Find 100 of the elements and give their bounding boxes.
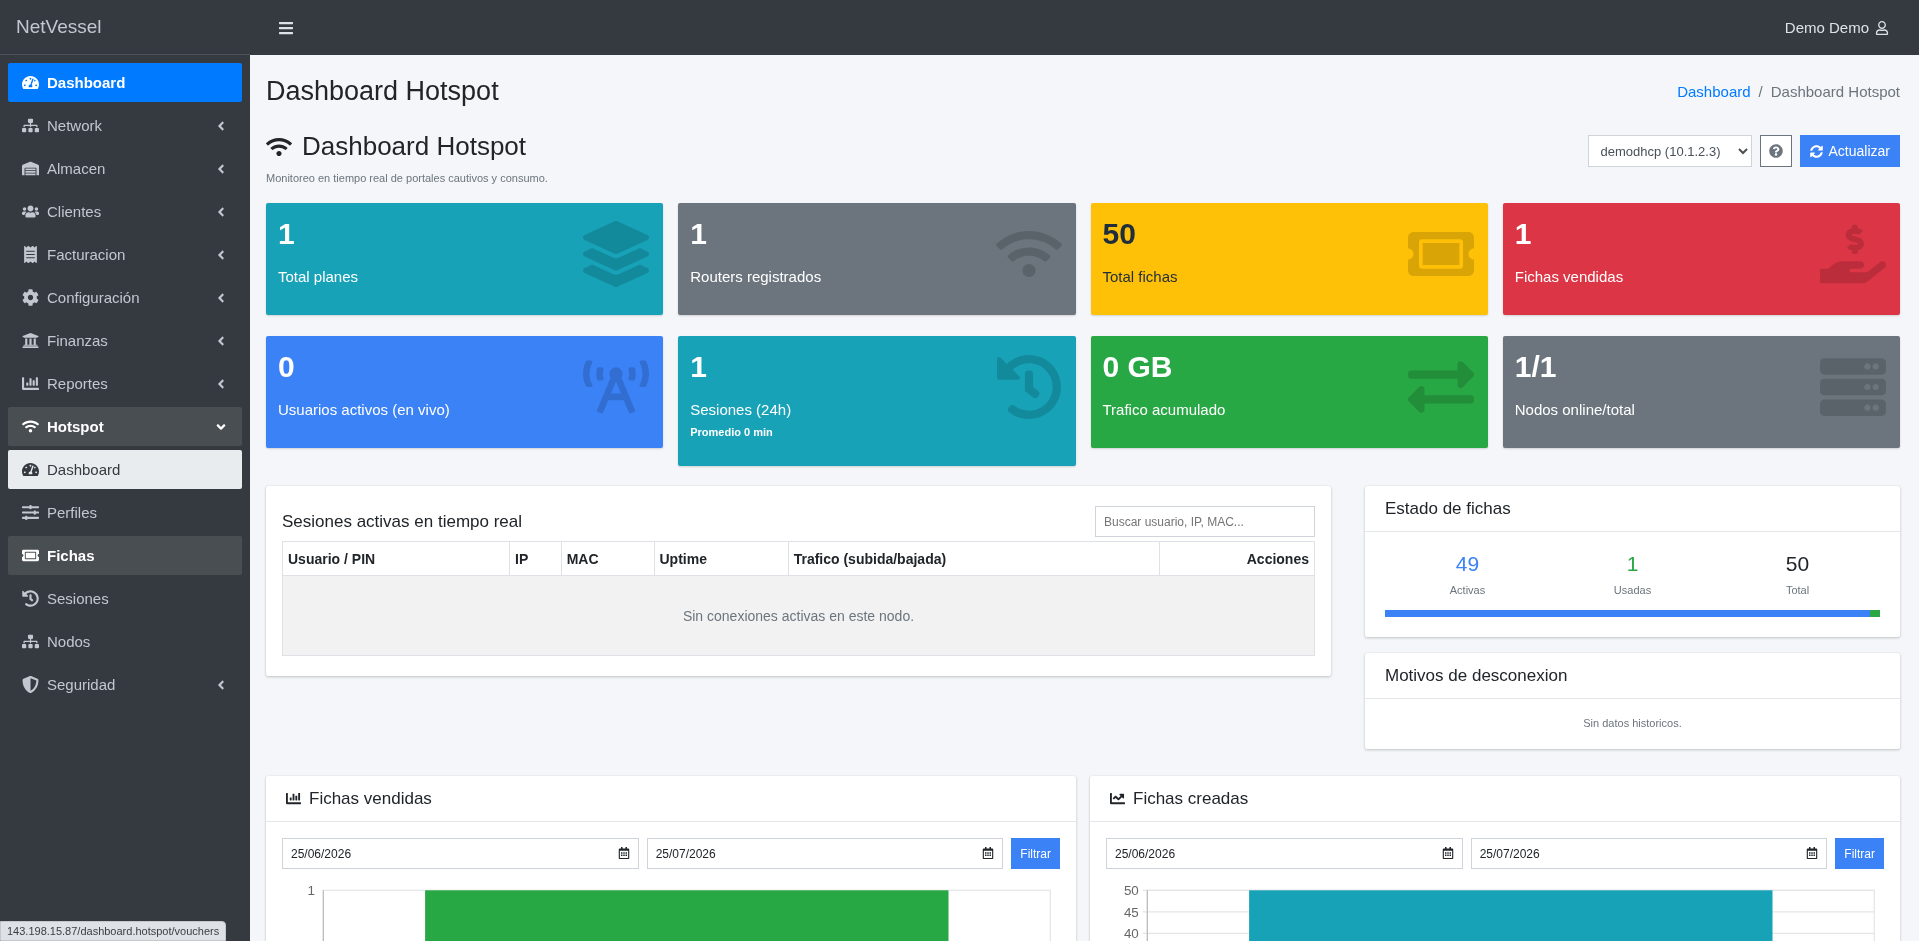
sidebar-item[interactable]: Almacen [8,149,242,188]
network-icon [22,633,39,650]
axis-tick-label: 1 [307,883,315,899]
stat-value: 1 [690,350,708,383]
section-title: Dashboard Hotspot [302,131,527,162]
stat-label: Nodos online/total [1514,401,1636,418]
empty-message: Sin datos historicos. [1583,717,1682,729]
bar-chart-icon [22,375,39,392]
y-axis [322,889,324,941]
axis-tick-label: 40 [1123,926,1139,941]
stat-label: Total planes [278,268,360,285]
stat-number: 49 [1455,552,1480,576]
history-icon [22,590,39,607]
sidebar-item[interactable]: Seguridad [8,665,242,704]
filter-button[interactable]: Filtrar [1835,838,1884,869]
stat-label: Total fichas [1102,268,1179,285]
sidebar-subitem[interactable]: Fichas [8,536,242,575]
warehouse-icon [22,160,39,177]
bank-icon [22,332,39,349]
stat-note: Promedio 0 min [690,426,774,438]
date-field[interactable]: 25/06/2026 [1106,838,1463,869]
stat-label: Usuarios activos (en vivo) [278,401,451,418]
calendar-icon[interactable] [982,847,995,859]
stat-label: Sesiones (24h) [690,401,793,418]
bar-chart-icon [286,791,301,806]
calendar-icon[interactable] [617,847,630,859]
wifi-icon [22,418,39,435]
stat-value: 1 [1514,217,1533,250]
stat-caption: Activas [1449,584,1486,596]
sidebar-item[interactable]: Network [8,106,242,145]
sidebar-subitem[interactable]: Sesiones [8,579,242,618]
date-field[interactable]: 25/06/2026 [282,838,639,869]
column-header: Acciones [1159,541,1315,576]
users-icon [22,203,39,220]
sidebar-item[interactable]: Clientes [8,192,242,231]
card-title: Motivos de desconexion [1385,665,1568,686]
stat-label: Trafico acumulado [1102,401,1227,418]
filter-button[interactable]: Filtrar [1011,838,1060,869]
sliders-icon [22,504,39,521]
sidebar-item[interactable]: Configuración [8,278,242,317]
card-title: Fichas vendidas [309,788,432,809]
search-field[interactable]: Buscar usuario, IP, MAC... [1095,506,1315,537]
user-icon [1875,20,1889,35]
breadcrumb-separator: / [1758,82,1763,100]
column-header: Trafico (subida/bajada) [788,541,1160,576]
sidebar-subitem[interactable]: Dashboard [8,450,242,489]
sidebar-item[interactable]: Hotspot [8,407,242,446]
help-button[interactable] [1759,135,1792,167]
stat-value: 1 [690,217,708,250]
settings-icon [22,289,39,306]
network-icon [22,117,39,134]
shield-icon [22,676,39,693]
history-icon [995,354,1062,420]
stat-value: 1 [278,217,296,250]
stat-caption: Usadas [1613,584,1652,596]
column-header: MAC [561,541,654,576]
date-field[interactable]: 25/07/2026 [1470,838,1828,869]
sidebar-item[interactable]: Reportes [8,364,242,403]
stat-value: 0 GB [1102,350,1174,383]
column-header: Usuario / PIN [282,541,510,576]
calendar-icon[interactable] [1806,847,1819,859]
stat-number: 50 [1785,552,1810,576]
user-menu-button[interactable]: Demo Demo [1778,18,1895,37]
axis-tick-label: 50 [1123,883,1139,899]
stat-value: 1/1 [1514,350,1558,383]
ticket-icon [22,547,39,564]
gauge-icon [22,74,39,91]
column-header: IP [509,541,562,576]
breadcrumb-current: Dashboard Hotspot [1770,82,1900,100]
sidebar-subitem[interactable]: Perfiles [8,493,242,532]
calendar-icon[interactable] [1441,847,1454,859]
card-title: Estado de fichas [1385,498,1511,519]
sidebar-item[interactable]: Facturacion [8,235,242,274]
card-title: Fichas creadas [1133,788,1249,809]
empty-table-message: Sin conexiones activas en este nodo. [282,575,1315,656]
breadcrumb-link[interactable]: Dashboard [1677,82,1751,100]
refresh-icon [1809,144,1823,158]
y-axis [1146,889,1148,941]
receipt-icon [22,246,39,263]
stat-label: Routers registrados [690,268,823,285]
sidebar-subitem[interactable]: Nodos [8,622,242,661]
stat-caption: Total [1785,584,1810,596]
stat-label: Fichas vendidas [1514,268,1625,285]
refresh-button[interactable]: Actualizar [1799,135,1900,167]
node-select[interactable]: demodhcp (10.1.2.3) [1587,135,1752,167]
gauge-icon [22,461,39,478]
column-header: Uptime [654,541,789,576]
card-title: Sesiones activas en tiempo real [282,511,523,532]
brand-name: NetVessel [16,16,102,38]
axis-tick-label: 45 [1123,904,1139,920]
sidebar-item[interactable]: Finanzas [8,321,242,360]
section-subtitle: Monitoreo en tiempo real de portales cautivos y consumo. [266,172,548,184]
date-field[interactable]: 25/07/2026 [646,838,1004,869]
sidebar-item[interactable]: Dashboard [8,63,242,102]
stat-number: 1 [1626,552,1639,576]
layers-icon [583,221,650,287]
link-preview-url: 143.198.15.87/dashboard.hotspot/vouchers [0,921,227,941]
help-icon [1768,144,1783,158]
line-chart-icon [1110,791,1125,806]
menu-icon [278,19,294,36]
